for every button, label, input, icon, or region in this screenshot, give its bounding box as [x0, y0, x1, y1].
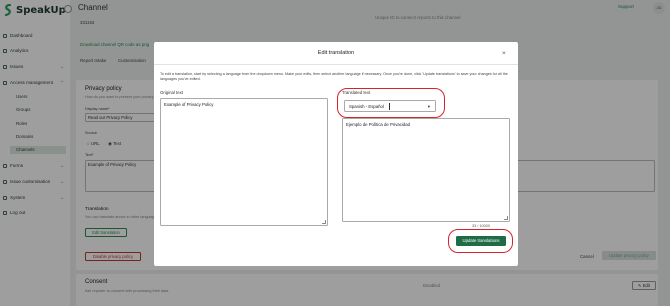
original-text-label: Original text	[160, 90, 183, 95]
original-text-value: Example of Privacy Policy	[164, 102, 214, 107]
translated-text-area[interactable]: Ejemplo de Política de Privacidad	[342, 118, 510, 222]
highlight-ring-update	[448, 229, 513, 253]
character-counter: 33 / 10000	[472, 224, 490, 228]
close-icon[interactable]: ×	[502, 50, 506, 57]
translated-text-value: Ejemplo de Política de Privacidad	[346, 122, 411, 127]
original-text-area[interactable]: Example of Privacy Policy	[160, 98, 328, 226]
highlight-ring-language	[337, 88, 445, 118]
edit-translation-modal: Edit translation × To edit a translation…	[154, 42, 518, 266]
modal-title: Edit translation	[317, 50, 355, 56]
modal-instructions: To edit a translation, start by selectin…	[160, 72, 508, 82]
resize-handle-icon[interactable]	[322, 220, 326, 224]
resize-handle-icon[interactable]	[504, 216, 508, 220]
modal-divider	[154, 64, 518, 65]
